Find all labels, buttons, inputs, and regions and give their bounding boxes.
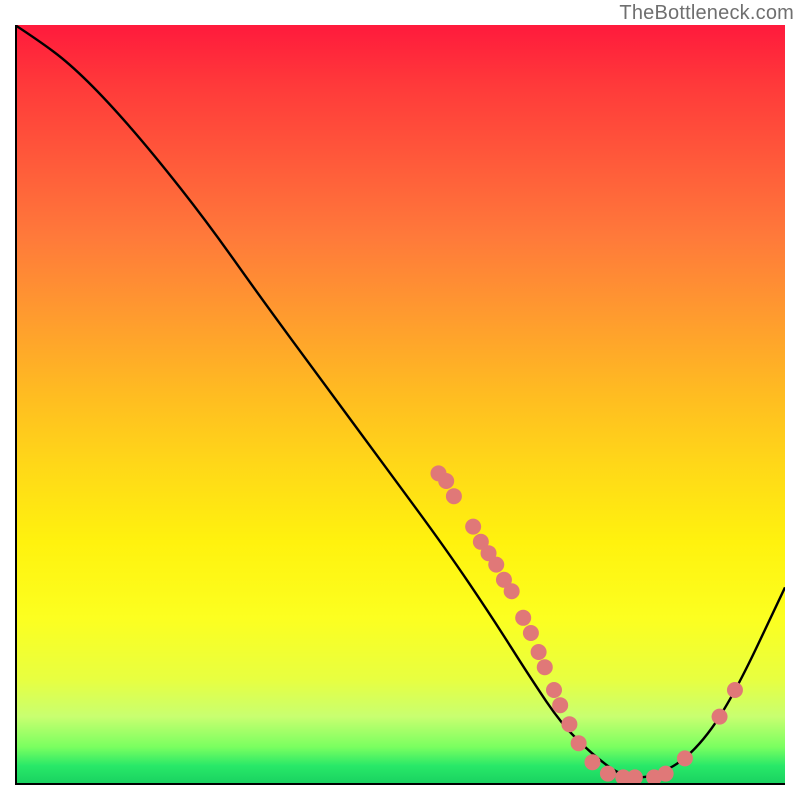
gradient-background [15,25,785,785]
x-axis [15,783,785,785]
chart-container: TheBottleneck.com [0,0,800,800]
plot-area [15,25,785,785]
watermark-text: TheBottleneck.com [619,2,794,25]
y-axis [15,25,17,785]
